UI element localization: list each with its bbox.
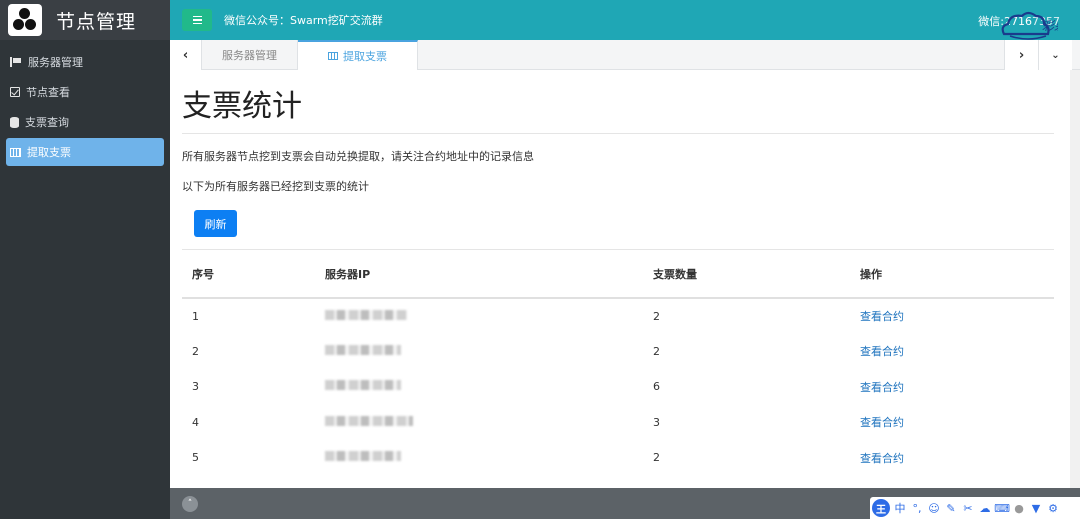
tab-scroll-left-button[interactable]: ‹: [170, 40, 202, 70]
tab-dropdown-button[interactable]: ⌄: [1038, 40, 1072, 70]
skin-icon[interactable]: ▼: [1029, 501, 1043, 515]
pen-icon[interactable]: ✎: [944, 501, 958, 515]
column-header-index: 序号: [182, 250, 315, 299]
cell-action: 查看合约: [850, 298, 1054, 334]
blurred-ip: [325, 344, 401, 355]
cell-action: 查看合约: [850, 440, 1054, 476]
sidebar-item-cheque-query[interactable]: 支票查询: [6, 108, 164, 136]
sidebar-item-node-view[interactable]: 节点查看: [6, 78, 164, 106]
column-header-cheque-count: 支票数量: [643, 250, 850, 299]
sidebar-item-label: 服务器管理: [28, 56, 83, 69]
top-header: 微信公众号：Swarm挖矿交流群 微信:27167357 彩泉: [170, 0, 1080, 40]
emoji-icon[interactable]: ☺: [927, 501, 941, 515]
sidebar-menu: 服务器管理 节点查看 支票查询 提取支票: [0, 40, 170, 166]
blurred-ip: [325, 415, 413, 426]
brand-title: 节点管理: [56, 10, 137, 33]
cell-cheque-count: 2: [653, 309, 660, 323]
view-contract-link[interactable]: 查看合约: [860, 452, 904, 465]
scroll-to-top-button[interactable]: ˄: [182, 496, 198, 512]
menu-toggle-button[interactable]: [182, 9, 212, 31]
svg-text:彩泉: 彩泉: [1042, 19, 1058, 33]
ime-mode-toggle[interactable]: 中: [893, 501, 907, 515]
user-icon[interactable]: ●: [1012, 501, 1026, 515]
table-row: 5 2 查看合约: [182, 440, 1054, 476]
chevron-down-icon: ⌄: [1051, 49, 1060, 61]
table-row: 2 2 查看合约: [182, 334, 1054, 370]
chevron-up-icon: ˄: [187, 499, 193, 509]
database-icon: [10, 116, 19, 128]
chevron-left-icon: ‹: [182, 47, 189, 63]
page-title: 支票统计: [182, 89, 302, 124]
flag-icon: [10, 57, 22, 67]
sidebar-item-label: 提取支票: [27, 146, 71, 159]
sidebar-item-label: 支票查询: [25, 116, 69, 129]
page-summary: 以下为所有服务器已经挖到支票的统计: [182, 180, 369, 193]
cell-cheque-count: 2: [653, 451, 660, 465]
cell-index: 2: [192, 344, 199, 358]
column-header-server-ip: 服务器IP: [315, 250, 643, 299]
cell-server-ip: [315, 440, 643, 476]
view-contract-link[interactable]: 查看合约: [860, 345, 904, 358]
hamburger-icon: [192, 15, 202, 18]
hexagon-logo-icon: [8, 4, 42, 36]
table-row: 1 2 查看合约: [182, 298, 1054, 334]
cheque-table: 序号 服务器IP 支票数量 操作 1 2 查看合约 2 2 查看合约 3 6 查…: [182, 250, 1054, 476]
scissors-icon[interactable]: ✂: [961, 501, 975, 515]
column-header-action: 操作: [850, 250, 1054, 299]
tab-scroll-right-button[interactable]: ›: [1004, 40, 1038, 70]
cell-cheque-count: 6: [653, 380, 660, 394]
header-notice: 微信公众号：Swarm挖矿交流群: [224, 14, 383, 27]
cloud-icon[interactable]: ☁: [978, 501, 992, 515]
gear-icon[interactable]: ⚙: [1046, 501, 1060, 515]
table-row: 4 3 查看合约: [182, 405, 1054, 441]
view-contract-link[interactable]: 查看合约: [860, 310, 904, 323]
cell-action: 查看合约: [850, 334, 1054, 370]
cell-action: 查看合约: [850, 369, 1054, 405]
table-icon: [10, 147, 21, 157]
cell-index: 5: [192, 451, 199, 465]
cell-index: 1: [192, 309, 199, 323]
cell-server-ip: [315, 405, 643, 441]
table-row: 3 6 查看合约: [182, 369, 1054, 405]
sidebar: 节点管理 服务器管理 节点查看 支票查询 提取支票: [0, 0, 170, 519]
cell-cheque-count: 2: [653, 344, 660, 358]
ime-toolbar: 王 中 °, ☺ ✎ ✂ ☁ ⌨ ● ▼ ⚙: [870, 497, 1080, 519]
vertical-scrollbar[interactable]: [1070, 70, 1080, 488]
table-icon: [328, 52, 338, 60]
cell-index: 3: [192, 380, 199, 394]
cell-action: 查看合约: [850, 405, 1054, 441]
check-square-icon: [10, 87, 20, 97]
punctuation-icon[interactable]: °,: [910, 501, 924, 515]
tab-server-management[interactable]: 服务器管理: [202, 40, 298, 70]
cell-server-ip: [315, 298, 643, 334]
refresh-button[interactable]: 刷新: [194, 210, 237, 237]
keyboard-icon[interactable]: ⌨: [994, 501, 1010, 515]
page-description: 所有服务器节点挖到支票会自动兑换提取，请关注合约地址中的记录信息: [182, 150, 534, 163]
brand: 节点管理: [0, 0, 170, 40]
blurred-ip: [325, 309, 407, 320]
tab-bar: ‹ 服务器管理 提取支票 › ⌄: [170, 40, 1080, 70]
table-header-row: 序号 服务器IP 支票数量 操作: [182, 250, 1054, 299]
sidebar-item-withdraw-cheque[interactable]: 提取支票: [6, 138, 164, 166]
cell-index: 4: [192, 415, 199, 429]
chevron-right-icon: ›: [1018, 47, 1025, 63]
cell-cheque-count: 3: [653, 415, 660, 429]
sidebar-item-server-management[interactable]: 服务器管理: [6, 48, 164, 76]
blurred-ip: [325, 380, 401, 391]
cell-server-ip: [315, 334, 643, 370]
tab-withdraw-cheque[interactable]: 提取支票: [298, 40, 418, 70]
blurred-ip: [325, 451, 401, 462]
divider: [182, 133, 1054, 134]
sidebar-item-label: 节点查看: [26, 86, 70, 99]
ime-logo-icon[interactable]: 王: [872, 499, 890, 517]
cell-server-ip: [315, 369, 643, 405]
view-contract-link[interactable]: 查看合约: [860, 381, 904, 394]
view-contract-link[interactable]: 查看合约: [860, 416, 904, 429]
main-content: 支票统计 所有服务器节点挖到支票会自动兑换提取，请关注合约地址中的记录信息 以下…: [170, 70, 1070, 488]
